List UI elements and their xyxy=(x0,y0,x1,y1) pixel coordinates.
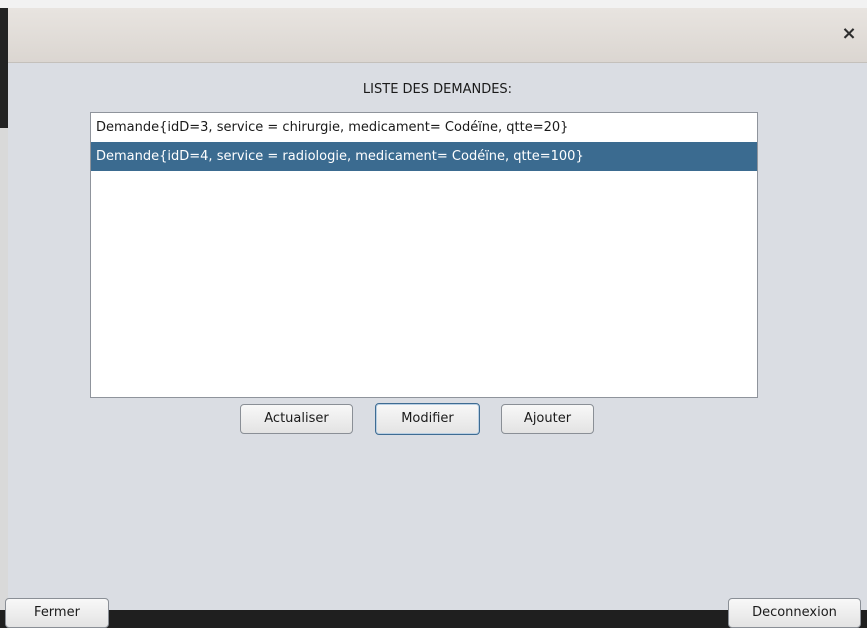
deconnexion-button[interactable]: Deconnexion xyxy=(728,598,861,628)
demandes-dialog: × LISTE DES DEMANDES: Demande{idD=3, ser… xyxy=(5,8,867,628)
list-heading: LISTE DES DEMANDES: xyxy=(362,82,513,97)
demandes-list[interactable]: Demande{idD=3, service = chirurgie, medi… xyxy=(90,112,758,398)
actualiser-button[interactable]: Actualiser xyxy=(240,404,353,434)
background-left-strip xyxy=(0,8,8,610)
demande-item-idd-4[interactable]: Demande{idD=4, service = radiologie, med… xyxy=(91,142,757,171)
background-top-strip xyxy=(0,0,867,8)
ajouter-button[interactable]: Ajouter xyxy=(501,404,594,434)
demande-item-idd-3[interactable]: Demande{idD=3, service = chirurgie, medi… xyxy=(91,113,757,142)
close-icon[interactable]: × xyxy=(837,22,861,46)
dialog-titlebar: × xyxy=(8,8,867,63)
background-left-light xyxy=(0,128,8,610)
modifier-button[interactable]: Modifier xyxy=(375,403,480,435)
fermer-button[interactable]: Fermer xyxy=(5,598,109,628)
